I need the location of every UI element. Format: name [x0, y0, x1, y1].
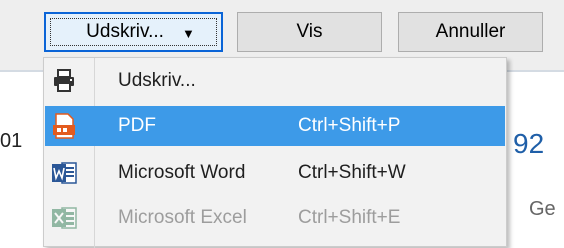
cancel-button[interactable]: Annuller [398, 12, 543, 52]
menu-item-label: Udskriv... [118, 70, 196, 91]
menu-item-pdf[interactable]: PDF Ctrl+Shift+P [45, 106, 505, 146]
background-left-panel [0, 72, 43, 242]
pdf-icon [53, 113, 75, 139]
menu-item-word[interactable]: Microsoft Word Ctrl+Shift+W [45, 153, 505, 193]
printer-icon [54, 69, 74, 92]
focus-ring [50, 18, 217, 46]
view-button[interactable]: Vis [237, 12, 382, 52]
excel-icon [52, 207, 77, 229]
menu-item-excel[interactable]: Microsoft Excel Ctrl+Shift+E [45, 198, 505, 238]
menu-item-shortcut: Ctrl+Shift+E [298, 207, 401, 228]
menu-item-label: PDF [118, 115, 156, 136]
menu-item-shortcut: Ctrl+Shift+P [298, 115, 401, 136]
menu-item-label: Microsoft Word [118, 162, 246, 183]
menu-item-print[interactable]: Udskriv... [45, 61, 505, 101]
menu-item-shortcut: Ctrl+Shift+W [298, 162, 406, 183]
menu-item-label: Microsoft Excel [118, 207, 247, 228]
print-dropdown-menu: Udskriv... PDF Ctrl+Shift+P Microsoft Wo… [43, 57, 507, 248]
word-icon [52, 162, 77, 184]
print-dropdown-button[interactable]: Udskriv... ▼ [44, 12, 223, 52]
background-right-fragment: Ge [529, 198, 556, 220]
background-right-number: 92 [513, 128, 545, 159]
background-left-fragment: 01 [0, 130, 23, 152]
